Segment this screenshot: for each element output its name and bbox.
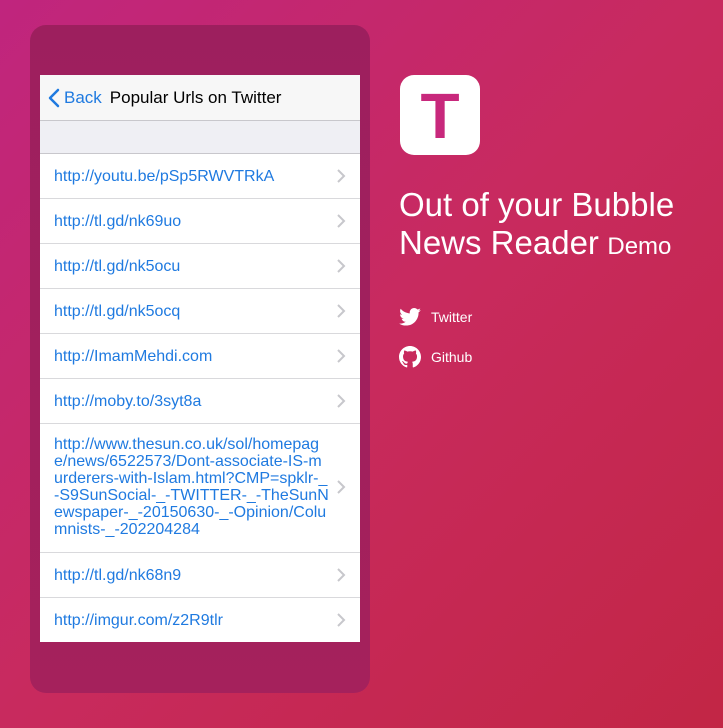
logo-letter: T bbox=[420, 80, 460, 152]
github-link[interactable]: Github bbox=[399, 346, 472, 368]
chevron-right-icon bbox=[337, 259, 346, 273]
url-link[interactable]: http://youtu.be/pSp5RWVTRkA bbox=[54, 168, 330, 185]
url-link[interactable]: http://ImamMehdi.com bbox=[54, 348, 330, 365]
chevron-right-icon bbox=[337, 480, 346, 494]
url-list: http://youtu.be/pSp5RWVTRkA http://tl.gd… bbox=[40, 154, 360, 642]
list-item[interactable]: http://imgur.com/z2R9tlr bbox=[40, 598, 360, 642]
list-item[interactable]: http://www.thesun.co.uk/sol/homepage/new… bbox=[40, 424, 360, 553]
list-item[interactable]: http://ImamMehdi.com bbox=[40, 334, 360, 379]
title-line-1: Out of your Bubble bbox=[399, 186, 675, 223]
url-link[interactable]: http://tl.gd/nk5ocu bbox=[54, 258, 330, 275]
list-item[interactable]: http://tl.gd/nk69uo bbox=[40, 199, 360, 244]
list-item[interactable]: http://moby.to/3syt8a bbox=[40, 379, 360, 424]
chevron-right-icon bbox=[337, 214, 346, 228]
nav-title: Popular Urls on Twitter bbox=[109, 87, 282, 107]
chevron-left-icon bbox=[48, 88, 60, 107]
list-item[interactable]: http://tl.gd/nk5ocq bbox=[40, 289, 360, 334]
app-logo-container: T bbox=[400, 75, 480, 155]
back-label: Back bbox=[64, 87, 102, 107]
chevron-right-icon bbox=[337, 568, 346, 582]
title-demo: Demo bbox=[607, 233, 672, 260]
app-logo: T bbox=[400, 75, 480, 155]
url-link[interactable]: http://tl.gd/nk69uo bbox=[54, 213, 330, 230]
github-label: Github bbox=[431, 349, 473, 365]
url-link[interactable]: http://www.thesun.co.uk/sol/homepage/new… bbox=[54, 436, 330, 538]
url-link[interactable]: http://tl.gd/nk5ocq bbox=[54, 303, 330, 320]
github-icon bbox=[399, 346, 421, 368]
back-button[interactable]: Back bbox=[48, 88, 102, 108]
section-header bbox=[40, 121, 360, 154]
phone-frame: Back Popular Urls on Twitter http://yout… bbox=[30, 25, 370, 693]
navigation-bar: Back Popular Urls on Twitter bbox=[40, 75, 360, 121]
chevron-right-icon bbox=[337, 304, 346, 318]
list-item[interactable]: http://youtu.be/pSp5RWVTRkA bbox=[40, 154, 360, 199]
social-links: Twitter Github bbox=[399, 306, 472, 386]
title-line-2: News Reader bbox=[399, 224, 599, 261]
twitter-label: Twitter bbox=[431, 309, 473, 325]
chevron-right-icon bbox=[337, 349, 346, 363]
twitter-icon bbox=[399, 308, 421, 326]
twitter-link[interactable]: Twitter bbox=[399, 306, 472, 328]
list-item[interactable]: http://tl.gd/nk5ocu bbox=[40, 244, 360, 289]
list-item[interactable]: http://tl.gd/nk68n9 bbox=[40, 553, 360, 598]
chevron-right-icon bbox=[337, 394, 346, 408]
url-link[interactable]: http://moby.to/3syt8a bbox=[54, 393, 330, 410]
app-title: Out of your Bubble News Reader Demo bbox=[399, 186, 719, 262]
phone-screen: Back Popular Urls on Twitter http://yout… bbox=[40, 75, 360, 642]
url-link[interactable]: http://tl.gd/nk68n9 bbox=[54, 567, 330, 584]
chevron-right-icon bbox=[337, 169, 346, 183]
chevron-right-icon bbox=[337, 613, 346, 627]
url-link[interactable]: http://imgur.com/z2R9tlr bbox=[54, 612, 330, 629]
